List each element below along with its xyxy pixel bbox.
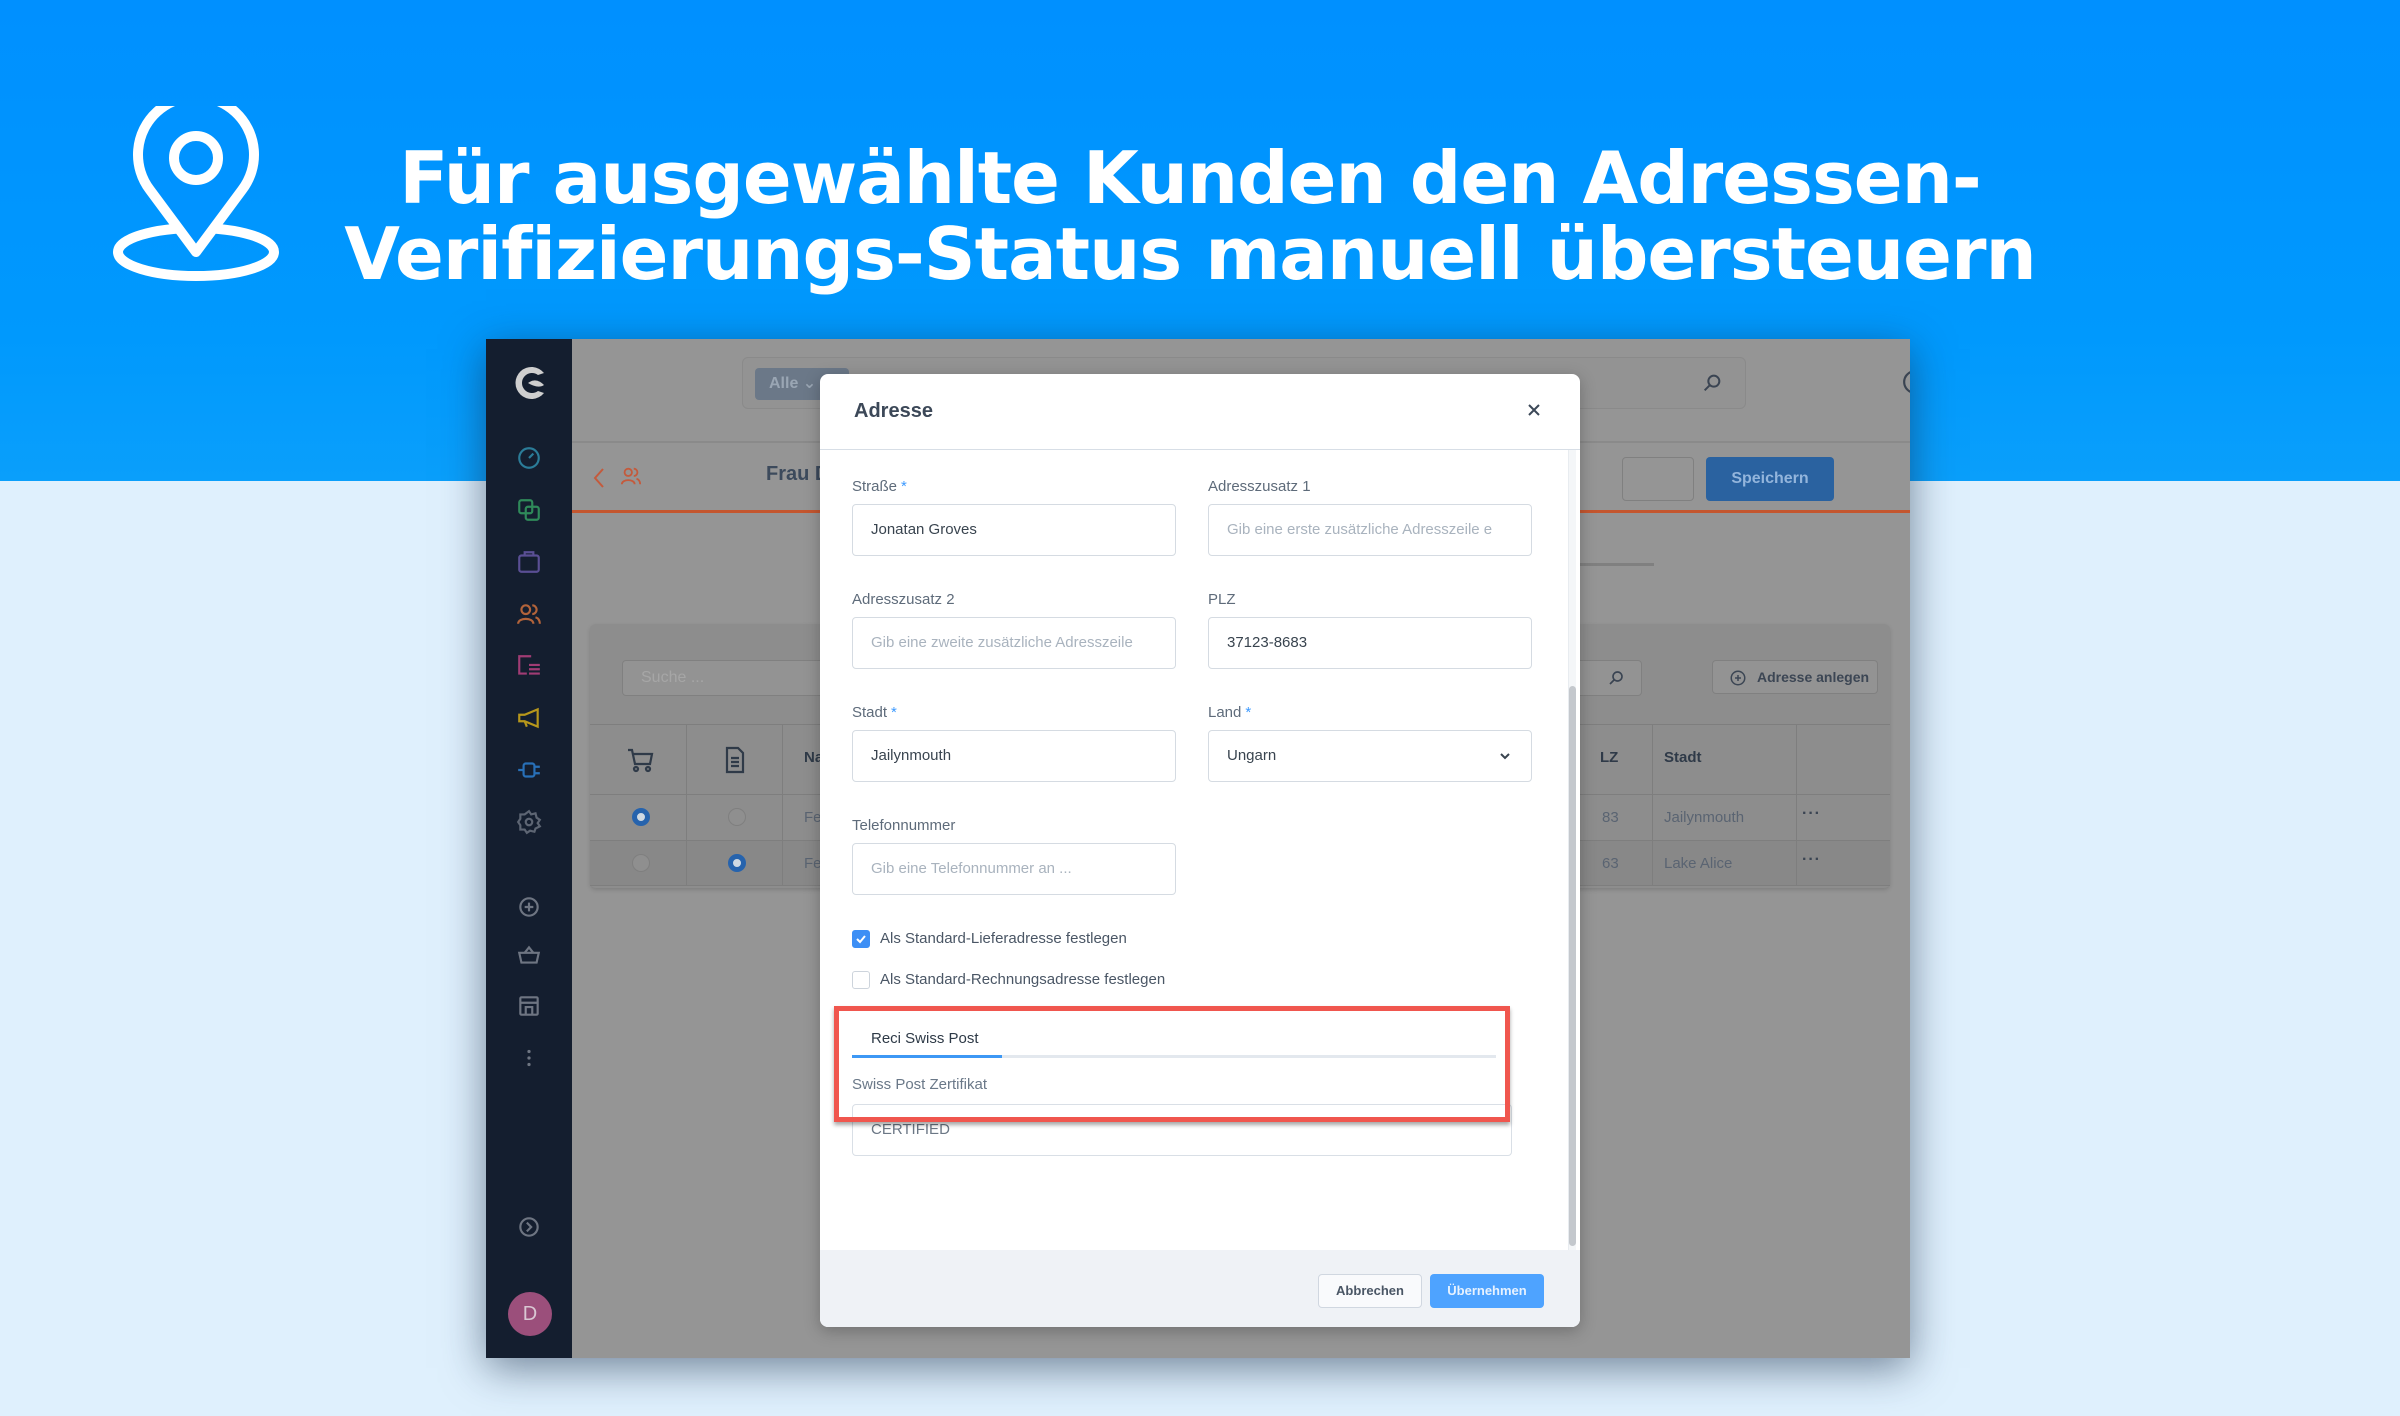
- phone-input[interactable]: Gib eine Telefonnummer an ...: [852, 843, 1176, 895]
- column-divider: [1796, 724, 1797, 886]
- address-search-placeholder: Suche ...: [641, 669, 705, 686]
- default-shipping-radio[interactable]: [632, 854, 650, 872]
- basket-icon[interactable]: [516, 942, 542, 968]
- customers-icon: [620, 467, 642, 485]
- column-header-zip[interactable]: LZ: [1600, 749, 1618, 766]
- street-label: Straße *: [852, 478, 907, 495]
- extensions-plug-icon[interactable]: [516, 757, 542, 783]
- row-name: Fe: [804, 809, 822, 826]
- column-divider: [1652, 724, 1653, 886]
- shopware-logo[interactable]: [510, 363, 550, 403]
- location-pin-icon: [112, 91, 280, 282]
- content-icon[interactable]: [516, 653, 542, 679]
- add-address-label: Adresse anlegen: [1757, 669, 1870, 685]
- row-city: Jailynmouth: [1664, 809, 1745, 826]
- swiss-post-certificate-label: Swiss Post Zertifikat: [852, 1076, 988, 1093]
- row-actions-button[interactable]: ···: [1802, 805, 1821, 823]
- more-vertical-icon[interactable]: [516, 1045, 542, 1071]
- chevron-down-icon: ⌄: [802, 375, 817, 392]
- country-select[interactable]: Ungarn: [1208, 730, 1532, 782]
- default-shipping-checkbox[interactable]: [852, 930, 870, 948]
- tab-underline: [1574, 563, 1654, 566]
- search-scope-label: Alle: [769, 375, 799, 392]
- hero-title-line-2: Verifizierungs-Status manuell übersteuer…: [344, 212, 2036, 296]
- tab-reci-swiss-post[interactable]: Reci Swiss Post: [852, 1020, 1496, 1058]
- address-line1-input[interactable]: Gib eine erste zusätzliche Adresszeile e: [1208, 504, 1532, 556]
- address-line2-label: Adresszusatz 2: [852, 591, 955, 608]
- invoice-document-icon: [725, 746, 745, 774]
- default-billing-checkbox[interactable]: [852, 971, 870, 989]
- shopping-cart-icon: [628, 748, 654, 773]
- chevron-down-icon: [1500, 753, 1510, 760]
- back-chevron-icon[interactable]: [592, 467, 606, 489]
- default-billing-radio[interactable]: [728, 808, 746, 826]
- save-button[interactable]: Speichern: [1706, 457, 1834, 501]
- zip-label: PLZ: [1208, 591, 1236, 608]
- active-tab-indicator: [852, 1055, 1002, 1058]
- country-label: Land *: [1208, 704, 1252, 721]
- add-circle-icon: [1730, 670, 1746, 686]
- secondary-action-button[interactable]: [1622, 457, 1694, 501]
- tab-reci-swiss-post-label: Reci Swiss Post: [871, 1030, 979, 1047]
- default-shipping-radio[interactable]: [632, 808, 650, 826]
- city-input[interactable]: Jailynmouth: [852, 730, 1176, 782]
- sidebar: D: [486, 339, 572, 1358]
- search-icon[interactable]: [1701, 372, 1723, 394]
- customers-icon[interactable]: [516, 601, 542, 627]
- apply-button[interactable]: Übernehmen: [1430, 1274, 1544, 1308]
- add-address-button[interactable]: Adresse anlegen: [1712, 660, 1878, 694]
- expand-chevron-icon[interactable]: [516, 1214, 542, 1240]
- default-billing-label: Als Standard-Rechnungsadresse festlegen: [880, 971, 1166, 988]
- avatar[interactable]: D: [508, 1292, 552, 1336]
- modal-title: Adresse: [854, 400, 933, 422]
- street-input[interactable]: Jonatan Groves: [852, 504, 1176, 556]
- dashboard-gauge-icon[interactable]: [516, 445, 542, 471]
- address-line1-label: Adresszusatz 1: [1208, 478, 1311, 495]
- settings-gear-icon[interactable]: [516, 809, 542, 835]
- column-divider: [686, 724, 687, 886]
- city-label: Stadt *: [852, 704, 897, 721]
- default-shipping-label: Als Standard-Lieferadresse festlegen: [880, 930, 1127, 947]
- column-header-city[interactable]: Stadt: [1664, 749, 1702, 766]
- swiss-post-certificate-input[interactable]: CERTIFIED: [852, 1104, 1512, 1156]
- storefront-icon[interactable]: [516, 993, 542, 1019]
- hero-title-line-1: Für ausgewählte Kunden den Adressen-: [399, 136, 1982, 220]
- orders-bag-icon[interactable]: [516, 549, 542, 575]
- marketing-megaphone-icon[interactable]: [516, 705, 542, 731]
- catalog-layers-icon[interactable]: [516, 497, 542, 523]
- country-select-value: Ungarn: [1227, 747, 1277, 764]
- modal-header: Adresse: [820, 374, 1580, 450]
- zip-input[interactable]: 37123-8683: [1208, 617, 1532, 669]
- checkmark-icon: [856, 935, 866, 944]
- row-name: Fe: [804, 855, 822, 872]
- cancel-button[interactable]: Abbrechen: [1318, 1274, 1422, 1308]
- modal-footer: Abbrechen Übernehmen: [820, 1250, 1580, 1327]
- add-circle-icon[interactable]: [516, 894, 542, 920]
- default-billing-radio[interactable]: [728, 854, 746, 872]
- address-modal: Adresse Straße * Jonatan Groves Adresszus…: [820, 374, 1580, 1327]
- hero-title: Für ausgewählte Kunden den Adressen- Ver…: [300, 140, 2080, 292]
- address-line2-input[interactable]: Gib eine zweite zusätzliche Adresszeile: [852, 617, 1176, 669]
- phone-label: Telefonnummer: [852, 817, 956, 834]
- row-city: Lake Alice: [1664, 855, 1733, 872]
- search-icon[interactable]: [1607, 669, 1625, 687]
- modal-scrollbar-thumb[interactable]: [1569, 686, 1576, 1246]
- row-actions-button[interactable]: ···: [1802, 851, 1821, 869]
- help-icon[interactable]: ?: [1902, 369, 1910, 395]
- close-icon[interactable]: [1524, 400, 1544, 420]
- column-divider: [782, 724, 783, 886]
- row-zip: 83: [1602, 809, 1619, 826]
- row-zip: 63: [1602, 855, 1619, 872]
